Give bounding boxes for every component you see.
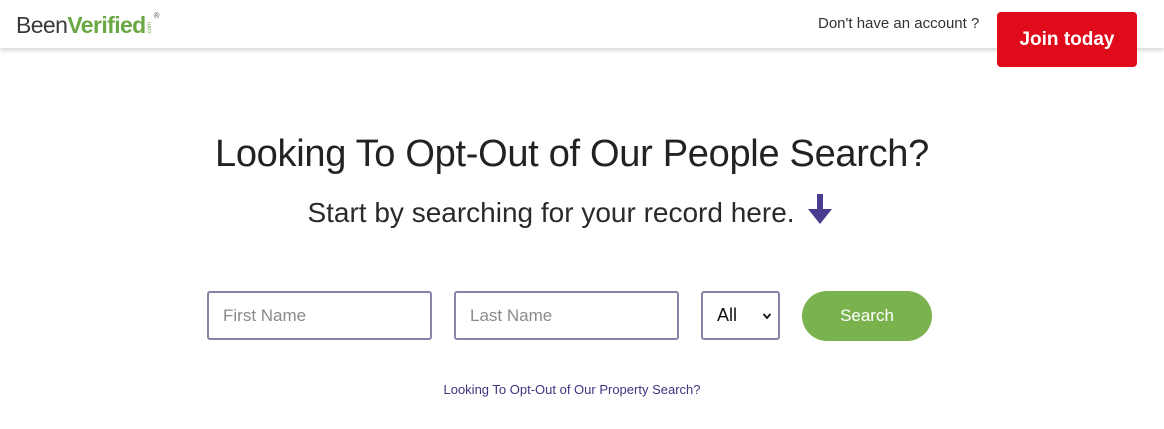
property-search-opt-out-link[interactable]: Looking To Opt-Out of Our Property Searc… (0, 382, 1144, 397)
beenverified-logo[interactable]: Been Verified .com ® (16, 11, 160, 39)
logo-text-been: Been (16, 12, 68, 38)
logo-text-com: .com (146, 22, 153, 36)
subheadline: Start by searching for your record here. (0, 194, 1140, 229)
search-button[interactable]: Search (802, 291, 932, 341)
first-name-input[interactable] (207, 291, 432, 340)
chevron-down-icon (762, 312, 772, 319)
join-today-button[interactable]: Join today (997, 12, 1137, 67)
account-prompt: Don't have an account ? (818, 15, 980, 32)
last-name-input[interactable] (454, 291, 679, 340)
top-header: Been Verified .com ® Don't have an account … (0, 0, 1164, 48)
logo-registered-mark: ® (153, 11, 160, 20)
page-title: Looking To Opt-Out of Our People Search? (215, 133, 929, 175)
state-select-value: All (717, 305, 738, 325)
state-select[interactable]: All (701, 291, 780, 340)
subheadline-text: Start by searching for your record here. (307, 197, 795, 228)
logo-text-verified: Verified (67, 12, 146, 38)
arrow-down-icon (807, 194, 832, 224)
